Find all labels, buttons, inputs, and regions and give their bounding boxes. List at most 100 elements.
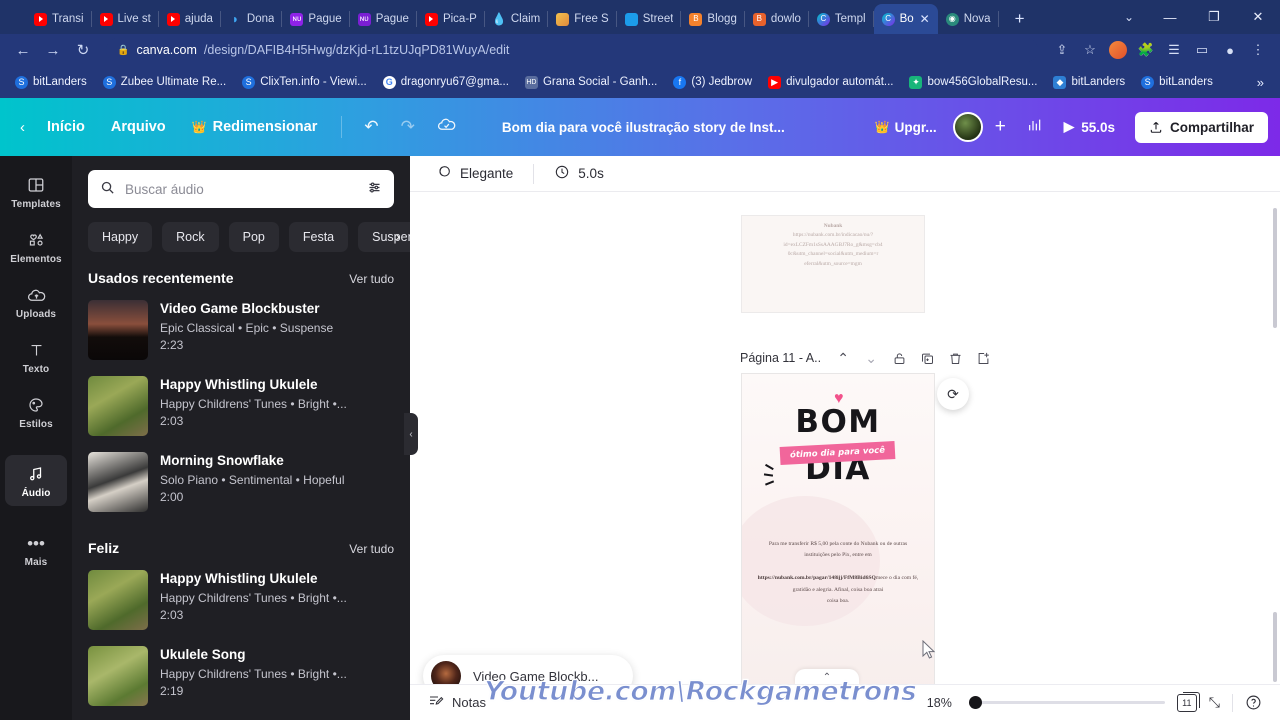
page-timer-button[interactable]: 5.0s — [546, 158, 612, 189]
zoom-slider[interactable] — [968, 696, 1165, 709]
see-all-link[interactable]: Ver tudo — [349, 272, 394, 286]
move-page-up-icon[interactable]: ⌃ — [829, 344, 857, 372]
notes-button[interactable]: Notas — [428, 693, 486, 712]
browser-tab[interactable]: ◉ Nova — [938, 4, 999, 34]
reload-icon[interactable]: ↻ — [70, 37, 96, 63]
kebab-menu-icon[interactable]: ⋮ — [1246, 38, 1270, 62]
fullscreen-icon[interactable]: ⤡ — [1209, 694, 1220, 711]
canvas-page-previous[interactable]: Nubank https://nubank.com.br/indicacao/n… — [742, 216, 924, 312]
back-icon[interactable]: ‹ — [12, 119, 33, 136]
profile-avatar-icon[interactable]: ● — [1218, 38, 1242, 62]
close-icon[interactable]: ✕ — [920, 12, 930, 26]
add-member-button[interactable]: + — [987, 116, 1014, 138]
redo-icon[interactable]: ↷ — [391, 111, 425, 143]
share-button[interactable]: Compartilhar — [1134, 111, 1268, 143]
new-tab-button[interactable]: + — [1007, 6, 1033, 32]
cloud-saved-icon[interactable] — [427, 109, 466, 145]
bookmark-item[interactable]: f (3) Jedbrow — [666, 73, 759, 92]
search-box[interactable] — [88, 170, 394, 208]
chip-festa[interactable]: Festa — [288, 222, 349, 252]
trash-icon[interactable] — [941, 344, 969, 372]
tab-list-chevron-icon[interactable]: ⌄ — [1124, 10, 1134, 24]
forward-icon[interactable]: → — [40, 37, 66, 63]
see-all-link[interactable]: Ver tudo — [349, 542, 394, 556]
home-button[interactable]: Início — [35, 112, 97, 142]
sidebar-item-more[interactable]: ••• Mais — [5, 524, 67, 575]
document-title[interactable]: Bom dia para você ilustração story de In… — [502, 120, 785, 135]
bookmark-item[interactable]: S ClixTen.info - Viewi... — [235, 73, 374, 92]
canvas-page-current[interactable]: ♥ BOM DIA ótimo dia para você Para me tr… — [742, 374, 934, 685]
sidebar-item-audio[interactable]: Áudio — [5, 455, 67, 506]
play-duration-button[interactable]: ▶ 55.0s — [1056, 113, 1123, 141]
pages-grid-icon[interactable]: 11 — [1176, 691, 1200, 712]
bookmark-item[interactable]: Gdragonryu67@gma... — [376, 73, 516, 92]
bookmark-item[interactable]: SbitLanders — [1134, 73, 1220, 92]
browser-tab-active[interactable]: C Bo ✕ — [873, 4, 938, 34]
undo-icon[interactable]: ↶ — [354, 111, 388, 143]
reading-list-icon[interactable]: ☰ — [1162, 38, 1186, 62]
chip-happy[interactable]: Happy — [88, 222, 153, 252]
page-label[interactable]: Página 11 - A.. — [740, 351, 821, 365]
bookmark-item[interactable]: ◆ bitLanders — [1046, 73, 1132, 92]
filter-sliders-icon[interactable] — [367, 180, 382, 198]
bar-chart-icon[interactable] — [1018, 111, 1052, 143]
maximize-button[interactable]: ❐ — [1192, 0, 1236, 34]
browser-tab[interactable]: Transi — [26, 4, 92, 34]
canvas-scrollbar-secondary[interactable] — [1273, 612, 1277, 682]
canvas-area[interactable]: Nubank https://nubank.com.br/indicacao/n… — [410, 192, 1280, 685]
sidebar-item-styles[interactable]: Estilos — [5, 386, 67, 437]
bookmarks-overflow-button[interactable]: » — [1249, 75, 1272, 90]
add-page-icon[interactable] — [969, 344, 997, 372]
bookmark-star-icon[interactable]: ☆ — [1078, 38, 1102, 62]
sidebar-item-templates[interactable]: Templates — [5, 166, 67, 217]
resize-button[interactable]: 👑 Redimensionar — [180, 112, 330, 142]
lock-open-icon[interactable] — [885, 344, 913, 372]
share-icon[interactable]: ⇪ — [1050, 38, 1074, 62]
list-item[interactable]: Happy Whistling Ukulele Happy Childrens'… — [72, 564, 410, 640]
sidebar-item-uploads[interactable]: Uploads — [5, 276, 67, 327]
move-page-down-icon[interactable]: ⌄ — [857, 344, 885, 372]
browser-tab[interactable]: ɴᴜ Pague — [282, 4, 350, 34]
back-icon[interactable]: ← — [10, 37, 36, 63]
sidebar-item-elements[interactable]: Elementos — [5, 221, 67, 272]
refresh-icon[interactable]: ⟳ — [937, 378, 969, 410]
minimize-button[interactable]: — — [1148, 0, 1192, 34]
address-bar[interactable]: 🔒 canva.com/design/DAFIB4H5Hwg/dzKjd-rL1… — [106, 38, 1038, 62]
browser-tab[interactable]: 💧 Claim — [485, 4, 549, 34]
file-menu-button[interactable]: Arquivo — [99, 112, 178, 142]
browser-tab[interactable]: Live st — [92, 4, 159, 34]
duplicate-icon[interactable] — [913, 344, 941, 372]
chip-pop[interactable]: Pop — [228, 222, 279, 252]
browser-tab[interactable]: ɴᴜ Pague — [350, 4, 417, 34]
chips-next-icon[interactable]: › — [395, 228, 400, 244]
search-input[interactable] — [125, 181, 357, 197]
bookmark-item[interactable]: S Zubee Ultimate Re... — [96, 73, 233, 92]
list-item[interactable]: Happy Whistling Ukulele Happy Childrens'… — [72, 370, 410, 446]
panel-collapse-handle[interactable]: ‹ — [404, 413, 418, 455]
bookmark-item[interactable]: ▶ divulgador automát... — [761, 73, 900, 92]
list-item[interactable]: Happy Birthday Song Ukulele Ver — [72, 716, 410, 720]
puzzle-extension-icon[interactable]: 🧩 — [1134, 38, 1158, 62]
browser-tab[interactable]: Pica-P — [417, 4, 485, 34]
animate-style-button[interactable]: Elegante — [428, 158, 521, 189]
browser-tab[interactable]: Free S — [548, 4, 617, 34]
bookmark-item[interactable]: SbitLanders — [8, 73, 94, 92]
browser-tab[interactable]: ajuda — [159, 4, 221, 34]
list-item[interactable]: Video Game Blockbuster Epic Classical • … — [72, 294, 410, 370]
upgrade-button[interactable]: 👑 Upgr... — [867, 114, 945, 141]
chip-rock[interactable]: Rock — [162, 222, 219, 252]
extension-orange-icon[interactable] — [1106, 38, 1130, 62]
browser-tab[interactable]: Street — [617, 4, 682, 34]
close-window-button[interactable]: ✕ — [1236, 0, 1280, 34]
help-icon[interactable] — [1245, 694, 1262, 711]
browser-tab[interactable]: Bdowlo — [745, 4, 809, 34]
browser-tab[interactable]: C Templ — [809, 4, 874, 34]
browser-tab[interactable]: ◗ Dona — [221, 4, 283, 34]
canvas-scrollbar[interactable] — [1273, 208, 1277, 328]
avatar[interactable] — [952, 112, 983, 142]
sidebar-item-text[interactable]: Texto — [5, 331, 67, 382]
browser-tab[interactable]: B Blogg — [681, 4, 745, 34]
list-item[interactable]: Ukulele Song Happy Childrens' Tunes • Br… — [72, 640, 410, 716]
side-panel-icon[interactable]: ▭ — [1190, 38, 1214, 62]
chip-suspense[interactable]: Suspense — [358, 222, 410, 252]
